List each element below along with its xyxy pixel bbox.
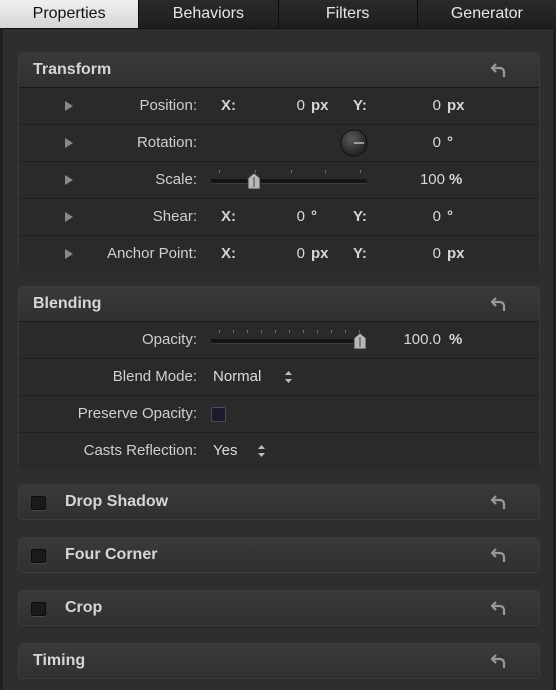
preserve-opacity-label: Preserve Opacity: — [77, 405, 197, 422]
position-row: Position: X: 0 px Y: 0 px — [19, 88, 539, 124]
casts-reflection-row: Casts Reflection: Yes — [19, 432, 539, 469]
four-corner-panel: Four Corner — [18, 537, 540, 573]
inspector-tabs: Properties Behaviors Filters Generator — [0, 0, 556, 29]
transform-title: Transform — [33, 61, 112, 78]
crop-header[interactable]: Crop — [19, 591, 539, 625]
reset-arrow-icon[interactable] — [491, 61, 507, 79]
blend-mode-row: Blend Mode: Normal — [19, 358, 539, 395]
casts-reflection-select[interactable]: Yes — [213, 433, 237, 469]
up-down-stepper-icon[interactable] — [284, 370, 293, 384]
opacity-value[interactable]: 100.0 — [389, 322, 441, 358]
rotation-label: Rotation: — [136, 134, 197, 151]
rotation-unit: ° — [447, 134, 453, 151]
drop-shadow-header[interactable]: Drop Shadow — [19, 485, 539, 519]
opacity-slider-thumb[interactable] — [353, 332, 367, 350]
shear-y-value[interactable]: 0 — [399, 199, 441, 235]
blend-mode-select[interactable]: Normal — [213, 359, 261, 395]
anchor-point-label: Anchor Point: — [106, 245, 197, 262]
blending-title: Blending — [33, 295, 102, 312]
anchor-y-unit: px — [447, 245, 465, 262]
anchor-y-value[interactable]: 0 — [399, 236, 441, 272]
drop-shadow-enable-checkbox[interactable] — [31, 496, 46, 510]
position-x-axis: X: — [221, 97, 236, 114]
rotation-row: Rotation: 0 ° — [19, 124, 539, 161]
tab-behaviors[interactable]: Behaviors — [138, 0, 278, 28]
shear-x-value[interactable]: 0 — [259, 199, 305, 235]
scale-label: Scale: — [155, 171, 197, 188]
shear-label: Shear: — [152, 208, 197, 225]
anchor-x-axis: X: — [221, 245, 236, 262]
disclosure-triangle-icon[interactable] — [65, 101, 73, 111]
position-y-axis: Y: — [353, 97, 367, 114]
up-down-stepper-icon[interactable] — [257, 444, 266, 458]
drop-shadow-panel: Drop Shadow — [18, 484, 540, 520]
blending-header[interactable]: Blending — [19, 287, 539, 322]
scale-unit: % — [449, 171, 463, 188]
anchor-x-unit: px — [311, 245, 329, 262]
scale-slider-track[interactable] — [211, 179, 367, 183]
timing-title: Timing — [33, 652, 86, 669]
blending-panel: Blending Opacity: 100.0 % Blend Mode: No… — [18, 286, 540, 469]
opacity-slider-ticks — [219, 330, 360, 333]
tab-filters[interactable]: Filters — [277, 0, 417, 28]
position-x-value[interactable]: 0 — [259, 88, 305, 124]
scale-slider-thumb[interactable] — [247, 172, 261, 190]
transform-panel: Transform Position: X: 0 px Y: 0 px Rota… — [18, 52, 540, 272]
shear-y-unit: ° — [447, 208, 453, 225]
shear-row: Shear: X: 0 ° Y: 0 ° — [19, 198, 539, 235]
crop-panel: Crop — [18, 590, 540, 626]
four-corner-title: Four Corner — [65, 546, 158, 563]
crop-enable-checkbox[interactable] — [31, 602, 46, 616]
scale-row: Scale: 100 % — [19, 161, 539, 198]
shear-y-axis: Y: — [353, 208, 367, 225]
blend-mode-label: Blend Mode: — [112, 368, 197, 385]
disclosure-triangle-icon[interactable] — [65, 249, 73, 259]
disclosure-triangle-icon[interactable] — [65, 212, 73, 222]
opacity-unit: % — [449, 331, 463, 348]
crop-title: Crop — [65, 599, 103, 616]
opacity-row: Opacity: 100.0 % — [19, 322, 539, 358]
shear-x-axis: X: — [221, 208, 236, 225]
anchor-y-axis: Y: — [353, 245, 367, 262]
position-x-unit: px — [311, 97, 329, 114]
rotation-dial[interactable] — [340, 129, 368, 157]
left-edge — [0, 28, 3, 690]
scale-value[interactable]: 100 — [399, 162, 445, 198]
opacity-label: Opacity: — [141, 331, 197, 348]
reset-arrow-icon[interactable] — [491, 546, 507, 564]
position-y-unit: px — [447, 97, 465, 114]
tab-generator[interactable]: Generator — [416, 0, 556, 28]
tab-properties[interactable]: Properties — [0, 0, 139, 28]
preserve-opacity-row: Preserve Opacity: — [19, 395, 539, 432]
anchor-point-row: Anchor Point: X: 0 px Y: 0 px — [19, 235, 539, 272]
reset-arrow-icon[interactable] — [491, 599, 507, 617]
position-label: Position: — [139, 97, 197, 114]
shear-x-unit: ° — [311, 208, 317, 225]
anchor-x-value[interactable]: 0 — [259, 236, 305, 272]
four-corner-enable-checkbox[interactable] — [31, 549, 46, 563]
rotation-value[interactable]: 0 — [399, 125, 441, 161]
preserve-opacity-checkbox[interactable] — [211, 407, 226, 422]
reset-arrow-icon[interactable] — [491, 295, 507, 313]
transform-header[interactable]: Transform — [19, 53, 539, 88]
scale-slider-ticks — [219, 170, 361, 173]
reset-arrow-icon[interactable] — [491, 652, 507, 670]
disclosure-triangle-icon[interactable] — [65, 138, 73, 148]
drop-shadow-title: Drop Shadow — [65, 493, 169, 510]
timing-header[interactable]: Timing — [19, 644, 539, 678]
reset-arrow-icon[interactable] — [491, 493, 507, 511]
position-y-value[interactable]: 0 — [399, 88, 441, 124]
four-corner-header[interactable]: Four Corner — [19, 538, 539, 572]
timing-panel: Timing — [18, 643, 540, 679]
casts-reflection-label: Casts Reflection: — [83, 442, 197, 459]
opacity-slider-track[interactable] — [211, 339, 367, 343]
disclosure-triangle-icon[interactable] — [65, 175, 73, 185]
